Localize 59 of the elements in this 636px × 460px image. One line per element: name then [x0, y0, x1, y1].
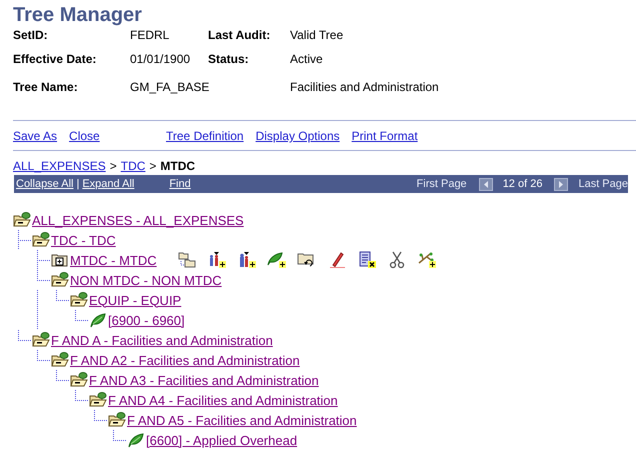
page-position: 12 of 26: [502, 178, 542, 190]
action-link[interactable]: Tree Definition: [166, 129, 244, 143]
field-value: Active: [290, 52, 323, 66]
tree-node-link[interactable]: TDC - TDC: [51, 232, 116, 248]
document-delete-icon[interactable]: [356, 251, 377, 269]
field-value: GM_FA_BASE: [130, 80, 208, 94]
leaf-icon: [89, 312, 107, 328]
tree-node-link[interactable]: F AND A - Facilities and Administration: [51, 332, 273, 348]
action-link[interactable]: Print Format: [352, 129, 418, 143]
action-link[interactable]: Close: [69, 129, 100, 143]
collapse-all-link[interactable]: Collapse All: [16, 178, 74, 190]
action-link[interactable]: Display Options: [256, 129, 340, 143]
find-link[interactable]: Find: [169, 178, 191, 190]
field-value: Facilities and Administration: [290, 80, 439, 94]
breadcrumb-current: MTDC: [160, 159, 196, 173]
page-title: Tree Manager: [12, 4, 143, 26]
field-value: FEDRL: [130, 28, 170, 42]
field-value: Valid Tree: [290, 28, 344, 42]
tree-node-link[interactable]: [6600] - Applied Overhead: [146, 432, 298, 448]
tree-node-link[interactable]: [6900 - 6960]: [108, 312, 185, 328]
field-label: Effective Date:: [13, 52, 98, 66]
open-folder-icon[interactable]: [108, 412, 126, 428]
expand-all-link[interactable]: Expand All: [82, 178, 134, 190]
breadcrumb-separator: >: [110, 159, 117, 173]
open-folder-icon[interactable]: [13, 212, 31, 228]
leaf-plus-icon[interactable]: [266, 251, 287, 269]
field-label: Tree Name:: [13, 80, 79, 94]
open-folder-icon[interactable]: [32, 332, 50, 348]
branch-plus-icon[interactable]: [416, 251, 437, 269]
leaf-icon: [127, 432, 145, 448]
breadcrumb-separator: >: [149, 159, 156, 173]
open-folder-icon[interactable]: [51, 352, 69, 368]
field-label: SetID:: [13, 28, 49, 42]
open-folder-icon[interactable]: [70, 372, 88, 388]
first-page-label: First Page: [416, 178, 467, 190]
breadcrumb-link[interactable]: ALL_EXPENSES: [13, 159, 106, 173]
field-label: Last Audit:: [208, 28, 272, 42]
open-folder-icon[interactable]: [70, 292, 88, 308]
open-folder-icon[interactable]: [32, 232, 50, 248]
breadcrumb-link[interactable]: TDC: [120, 159, 146, 173]
previous-page-button[interactable]: [478, 178, 493, 190]
link-separator: |: [76, 178, 80, 190]
next-page-button[interactable]: [554, 178, 568, 190]
folders-icon[interactable]: [176, 251, 197, 269]
open-folder-icon[interactable]: [89, 392, 107, 408]
folder-plus-icon[interactable]: [51, 252, 69, 268]
open-folder-icon[interactable]: [51, 272, 69, 288]
field-label: Status:: [208, 52, 250, 66]
last-page-label: Last Page: [578, 178, 628, 190]
tree-node-link[interactable]: F AND A4 - Facilities and Administration: [108, 392, 338, 408]
tree-node-link[interactable]: ALL_EXPENSES - ALL_EXPENSES: [32, 212, 244, 228]
tree-node-link[interactable]: MTDC - MTDC: [70, 252, 157, 268]
field-value: 01/01/1900: [130, 52, 192, 66]
tree-node-link[interactable]: F AND A5 - Facilities and Administration: [127, 412, 357, 428]
tree-node-link[interactable]: NON MTDC - NON MTDC: [70, 272, 222, 288]
tree-node-link[interactable]: F AND A2 - Facilities and Administration: [70, 352, 300, 368]
tree-node-link[interactable]: F AND A3 - Facilities and Administration: [89, 372, 319, 388]
action-link[interactable]: Save As: [13, 129, 58, 143]
tree-node-link[interactable]: EQUIP - EQUIP: [89, 292, 182, 308]
